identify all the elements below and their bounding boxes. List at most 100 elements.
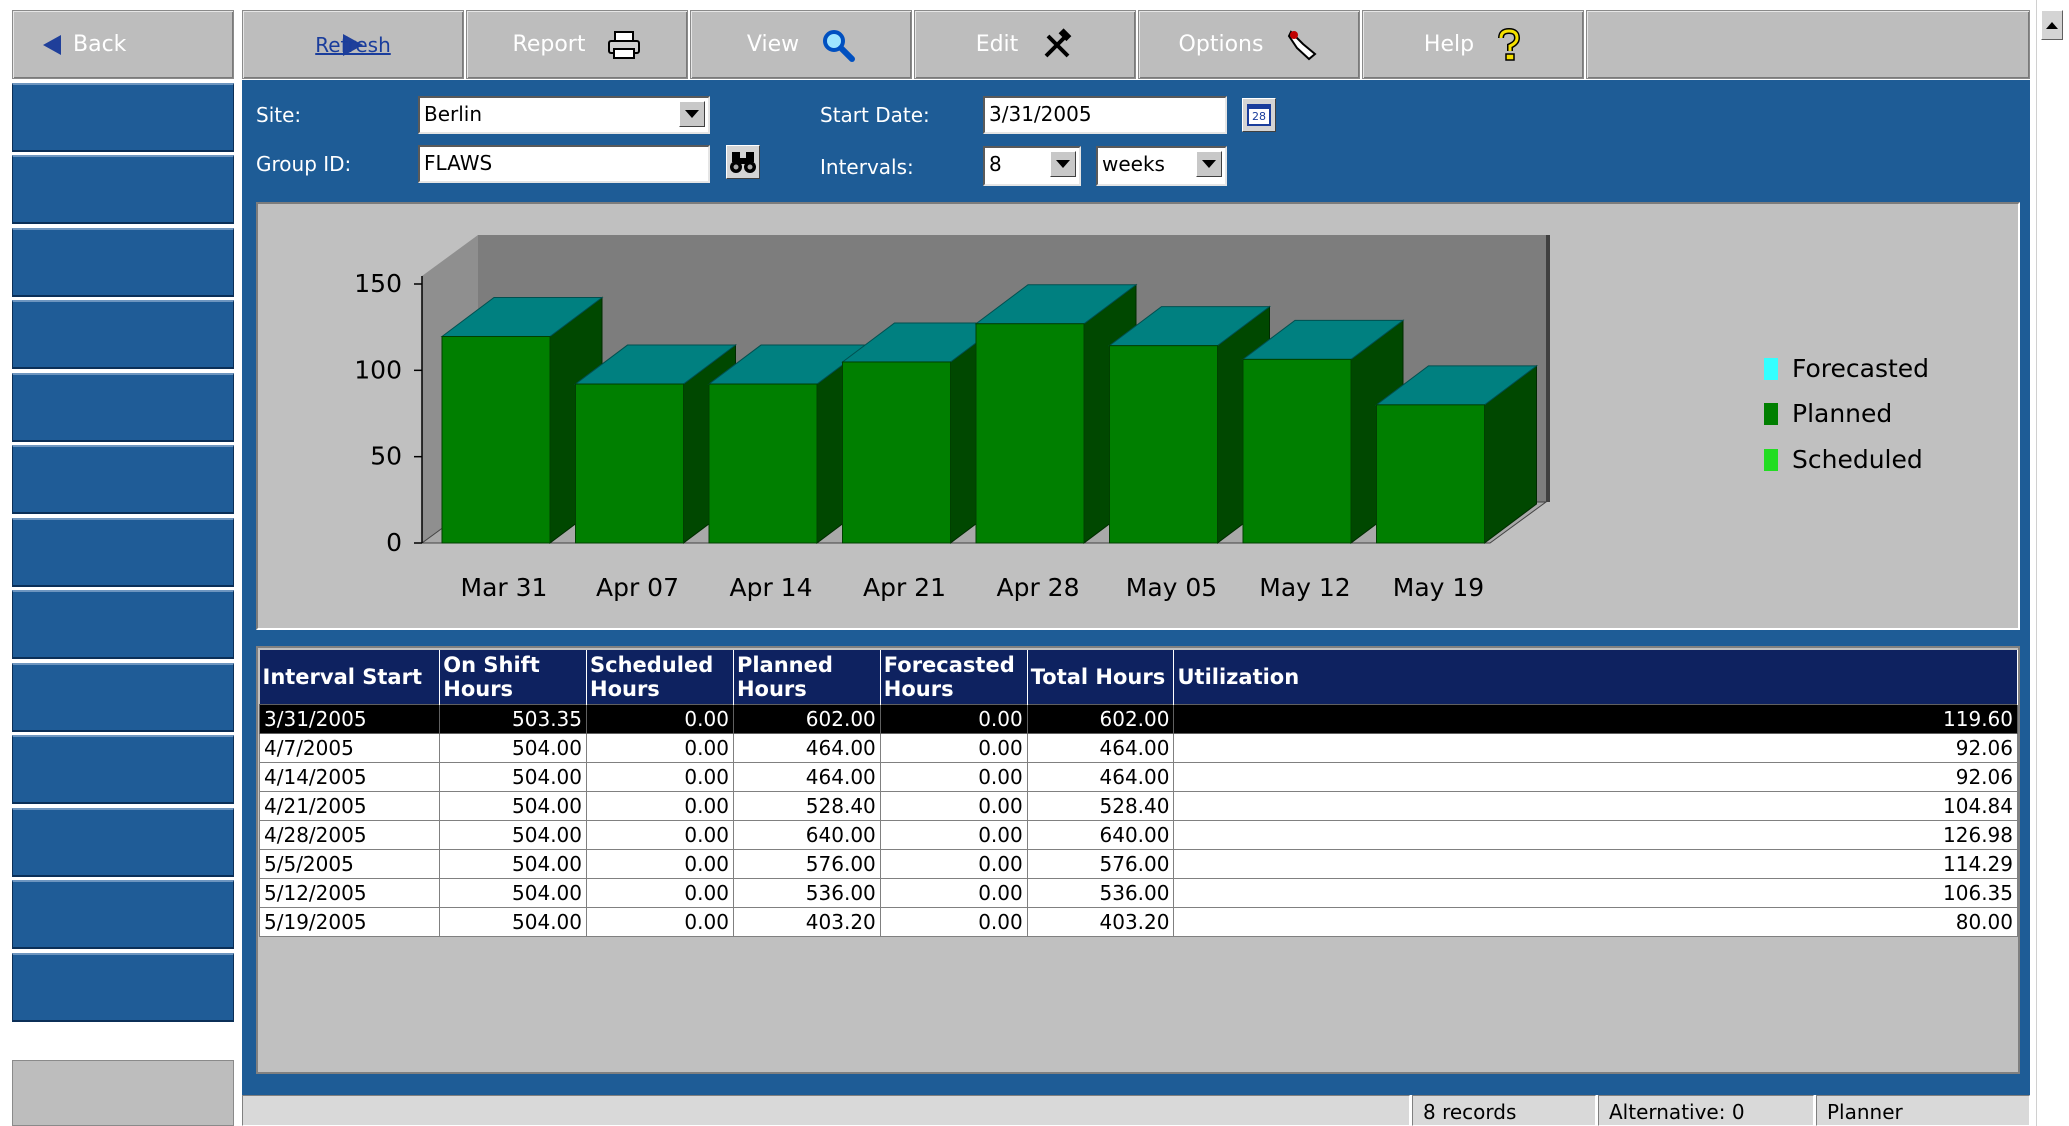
intervals-count-dropdown[interactable]: 8	[983, 146, 1081, 186]
cell-planned-hours[interactable]: 403.20	[732, 907, 881, 937]
cell-planned-hours[interactable]: 602.00	[732, 704, 881, 734]
cell-scheduled-hours[interactable]: 0.00	[586, 762, 734, 792]
calendar-button[interactable]: 28	[1242, 98, 1276, 132]
table-row[interactable]: 4/14/2005 504.00 0.00 464.00 0.00 464.00…	[258, 762, 2018, 792]
options-button[interactable]: Options	[1138, 10, 1360, 79]
sidebar-item-7[interactable]	[12, 518, 234, 587]
cell-on-shift-hours[interactable]: 504.00	[439, 733, 587, 763]
table-row[interactable]: 4/21/2005 504.00 0.00 528.40 0.00 528.40…	[258, 791, 2018, 821]
cell-utilization[interactable]: 114.29	[1173, 849, 2018, 879]
cell-forecasted-hours[interactable]: 0.00	[879, 704, 1028, 734]
cell-on-shift-hours[interactable]: 504.00	[439, 849, 587, 879]
cell-interval-start[interactable]: 4/7/2005	[258, 733, 441, 763]
report-button[interactable]: Report	[466, 10, 688, 79]
cell-scheduled-hours[interactable]: 0.00	[586, 733, 734, 763]
column-header-total-hours[interactable]: Total Hours	[1027, 650, 1175, 705]
table-row[interactable]: 5/12/2005 504.00 0.00 536.00 0.00 536.00…	[258, 878, 2018, 908]
cell-interval-start[interactable]: 4/14/2005	[258, 762, 441, 792]
back-button[interactable]: Back	[12, 10, 234, 79]
cell-interval-start[interactable]: 3/31/2005	[258, 704, 441, 734]
cell-forecasted-hours[interactable]: 0.00	[879, 791, 1028, 821]
cell-scheduled-hours[interactable]: 0.00	[586, 907, 734, 937]
cell-utilization[interactable]: 106.35	[1173, 878, 2018, 908]
view-button[interactable]: View	[690, 10, 912, 79]
table-row[interactable]: 5/19/2005 504.00 0.00 403.20 0.00 403.20…	[258, 907, 2018, 937]
column-header-scheduled-hours[interactable]: Scheduled Hours	[586, 650, 734, 705]
cell-total-hours[interactable]: 602.00	[1026, 704, 1175, 734]
sidebar-item-1[interactable]	[12, 83, 234, 152]
column-header-utilization[interactable]: Utilization	[1173, 650, 2018, 705]
column-header-on-shift-hours[interactable]: On Shift Hours	[439, 650, 587, 705]
sidebar-item-6[interactable]	[12, 445, 234, 514]
sidebar-bottom-button[interactable]	[12, 1060, 234, 1126]
cell-scheduled-hours[interactable]: 0.00	[586, 849, 734, 879]
intervals-count-arrow-icon[interactable]	[1050, 151, 1076, 177]
binoculars-search-button[interactable]	[726, 145, 760, 179]
column-header-interval-start[interactable]: Interval Start	[259, 650, 441, 705]
cell-utilization[interactable]: 92.06	[1173, 762, 2018, 792]
intervals-unit-arrow-icon[interactable]	[1196, 151, 1222, 177]
group-id-field[interactable]: FLAWS	[418, 145, 710, 183]
cell-interval-start[interactable]: 4/28/2005	[258, 820, 441, 850]
intervals-unit-dropdown[interactable]: weeks	[1096, 146, 1227, 186]
cell-total-hours[interactable]: 403.20	[1026, 907, 1175, 937]
sidebar-item-12[interactable]	[12, 880, 234, 949]
cell-total-hours[interactable]: 576.00	[1026, 849, 1175, 879]
cell-on-shift-hours[interactable]: 504.00	[439, 762, 587, 792]
cell-forecasted-hours[interactable]: 0.00	[879, 820, 1028, 850]
sidebar-item-9[interactable]	[12, 663, 234, 732]
cell-interval-start[interactable]: 5/19/2005	[258, 907, 441, 937]
sidebar-item-10[interactable]	[12, 735, 234, 804]
cell-scheduled-hours[interactable]: 0.00	[586, 820, 734, 850]
cell-forecasted-hours[interactable]: 0.00	[879, 762, 1028, 792]
cell-on-shift-hours[interactable]: 504.00	[439, 791, 587, 821]
cell-interval-start[interactable]: 5/5/2005	[258, 849, 441, 879]
table-row[interactable]: 4/7/2005 504.00 0.00 464.00 0.00 464.00 …	[258, 733, 2018, 763]
cell-on-shift-hours[interactable]: 504.00	[439, 820, 587, 850]
sidebar-item-11[interactable]	[12, 808, 234, 877]
cell-utilization[interactable]: 126.98	[1173, 820, 2018, 850]
cell-scheduled-hours[interactable]: 0.00	[586, 878, 734, 908]
cell-total-hours[interactable]: 528.40	[1026, 791, 1175, 821]
scroll-up-button[interactable]	[2041, 10, 2063, 40]
cell-planned-hours[interactable]: 536.00	[732, 878, 881, 908]
cell-utilization[interactable]: 119.60	[1173, 704, 2018, 734]
cell-total-hours[interactable]: 464.00	[1026, 762, 1175, 792]
table-row[interactable]: 3/31/2005 503.35 0.00 602.00 0.00 602.00…	[258, 704, 2018, 734]
site-dropdown-arrow-icon[interactable]	[679, 101, 705, 127]
cell-on-shift-hours[interactable]: 504.00	[439, 907, 587, 937]
table-row[interactable]: 5/5/2005 504.00 0.00 576.00 0.00 576.00 …	[258, 849, 2018, 879]
sidebar-item-8[interactable]	[12, 590, 234, 659]
cell-scheduled-hours[interactable]: 0.00	[586, 704, 734, 734]
column-header-planned-hours[interactable]: Planned Hours	[733, 650, 881, 705]
site-dropdown[interactable]: Berlin	[418, 96, 710, 134]
cell-forecasted-hours[interactable]: 0.00	[879, 907, 1028, 937]
cell-scheduled-hours[interactable]: 0.00	[586, 791, 734, 821]
sidebar-item-5[interactable]	[12, 373, 234, 442]
cell-total-hours[interactable]: 640.00	[1026, 820, 1175, 850]
edit-button[interactable]: Edit	[914, 10, 1136, 79]
help-button[interactable]: Help	[1362, 10, 1584, 79]
cell-interval-start[interactable]: 4/21/2005	[258, 791, 441, 821]
sidebar-item-13[interactable]	[12, 953, 234, 1022]
cell-planned-hours[interactable]: 640.00	[732, 820, 881, 850]
cell-forecasted-hours[interactable]: 0.00	[879, 849, 1028, 879]
cell-total-hours[interactable]: 536.00	[1026, 878, 1175, 908]
start-date-field[interactable]: 3/31/2005	[983, 96, 1227, 134]
cell-interval-start[interactable]: 5/12/2005	[258, 878, 441, 908]
cell-planned-hours[interactable]: 464.00	[732, 762, 881, 792]
column-header-forecasted-hours[interactable]: Forecasted Hours	[880, 650, 1028, 705]
cell-total-hours[interactable]: 464.00	[1026, 733, 1175, 763]
cell-on-shift-hours[interactable]: 504.00	[439, 878, 587, 908]
cell-utilization[interactable]: 92.06	[1173, 733, 2018, 763]
cell-forecasted-hours[interactable]: 0.00	[879, 733, 1028, 763]
cell-utilization[interactable]: 104.84	[1173, 791, 2018, 821]
cell-planned-hours[interactable]: 464.00	[732, 733, 881, 763]
vertical-scrollbar[interactable]	[2036, 0, 2069, 1126]
cell-on-shift-hours[interactable]: 503.35	[439, 704, 587, 734]
cell-planned-hours[interactable]: 576.00	[732, 849, 881, 879]
table-row[interactable]: 4/28/2005 504.00 0.00 640.00 0.00 640.00…	[258, 820, 2018, 850]
sidebar-item-3[interactable]	[12, 228, 234, 297]
sidebar-item-2[interactable]	[12, 155, 234, 224]
cell-planned-hours[interactable]: 528.40	[732, 791, 881, 821]
